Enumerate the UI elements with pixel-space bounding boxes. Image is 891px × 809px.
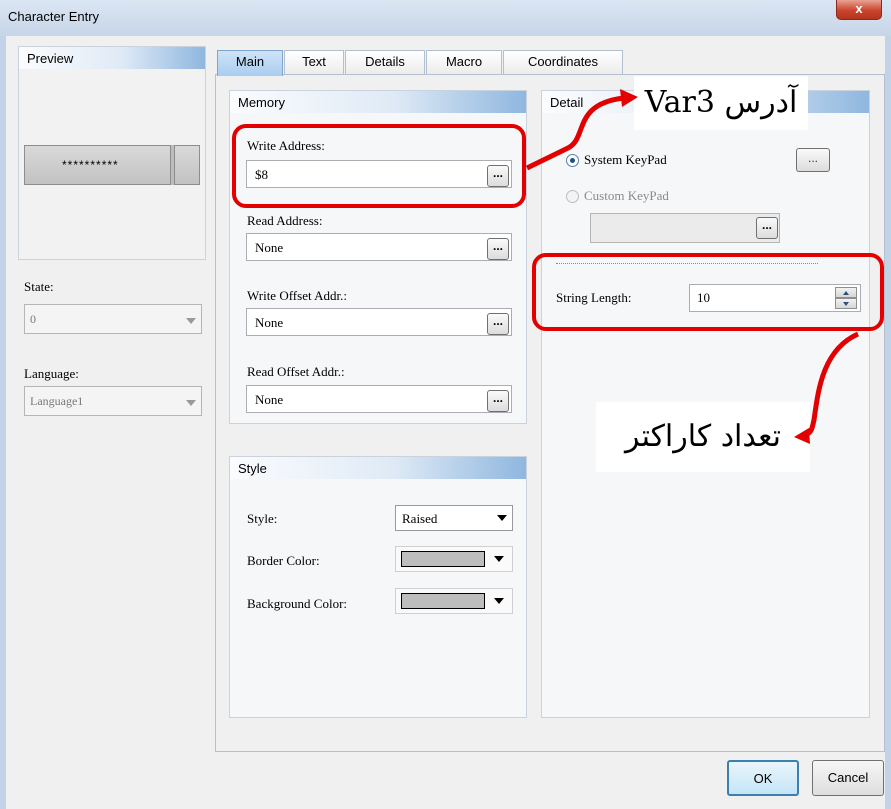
- annotation-arrows: [525, 89, 860, 444]
- arrow-to-char-count-annotation: [804, 331, 860, 438]
- arrowhead-char-count: [794, 428, 810, 444]
- arrow-to-address-annotation: [525, 95, 625, 171]
- arrowhead-address: [620, 89, 638, 107]
